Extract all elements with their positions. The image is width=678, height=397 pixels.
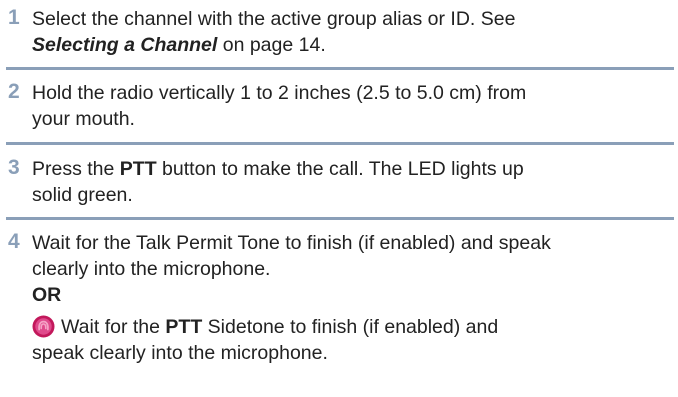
- step-text-line: Press the: [32, 158, 120, 180]
- step-number: 3: [8, 156, 20, 179]
- step-text-line: on page 14.: [217, 34, 326, 56]
- step-text-line: Select the channel with the active group…: [32, 8, 516, 30]
- step-text-line: clearly into the microphone.: [32, 258, 271, 280]
- sidetone-icon: [32, 315, 55, 338]
- step-text-line: Wait for the: [61, 316, 166, 338]
- alternate-instruction: Wait for the PTT Sidetone to finish (if …: [32, 314, 672, 366]
- step-number: 2: [8, 80, 20, 103]
- step-text-line: your mouth.: [32, 108, 135, 130]
- step-number: 1: [8, 6, 20, 29]
- ptt-label: PTT: [119, 158, 157, 180]
- step-text-line: button to make the call. The LED lights …: [156, 158, 524, 180]
- step-text-line: Wait for the Talk Permit Tone to finish …: [32, 232, 551, 254]
- divider: [6, 67, 674, 70]
- step-text: Press the PTT button to make the call. T…: [32, 156, 672, 208]
- divider: [6, 217, 674, 220]
- or-label: OR: [32, 284, 62, 306]
- cross-reference-link[interactable]: Selecting a Channel: [32, 34, 217, 56]
- step-text-line: Hold the radio vertically 1 to 2 inches …: [32, 82, 527, 104]
- ptt-label: PTT: [165, 316, 203, 338]
- step-text: Wait for the Talk Permit Tone to finish …: [32, 230, 672, 366]
- step-text-line: Sidetone to finish (if enabled) and: [202, 316, 499, 338]
- divider: [6, 142, 674, 145]
- step-text-line: speak clearly into the microphone.: [32, 342, 328, 364]
- step-text-line: solid green.: [32, 184, 133, 206]
- step-text: Select the channel with the active group…: [32, 6, 672, 58]
- step-number: 4: [8, 230, 20, 253]
- step-text: Hold the radio vertically 1 to 2 inches …: [32, 80, 672, 132]
